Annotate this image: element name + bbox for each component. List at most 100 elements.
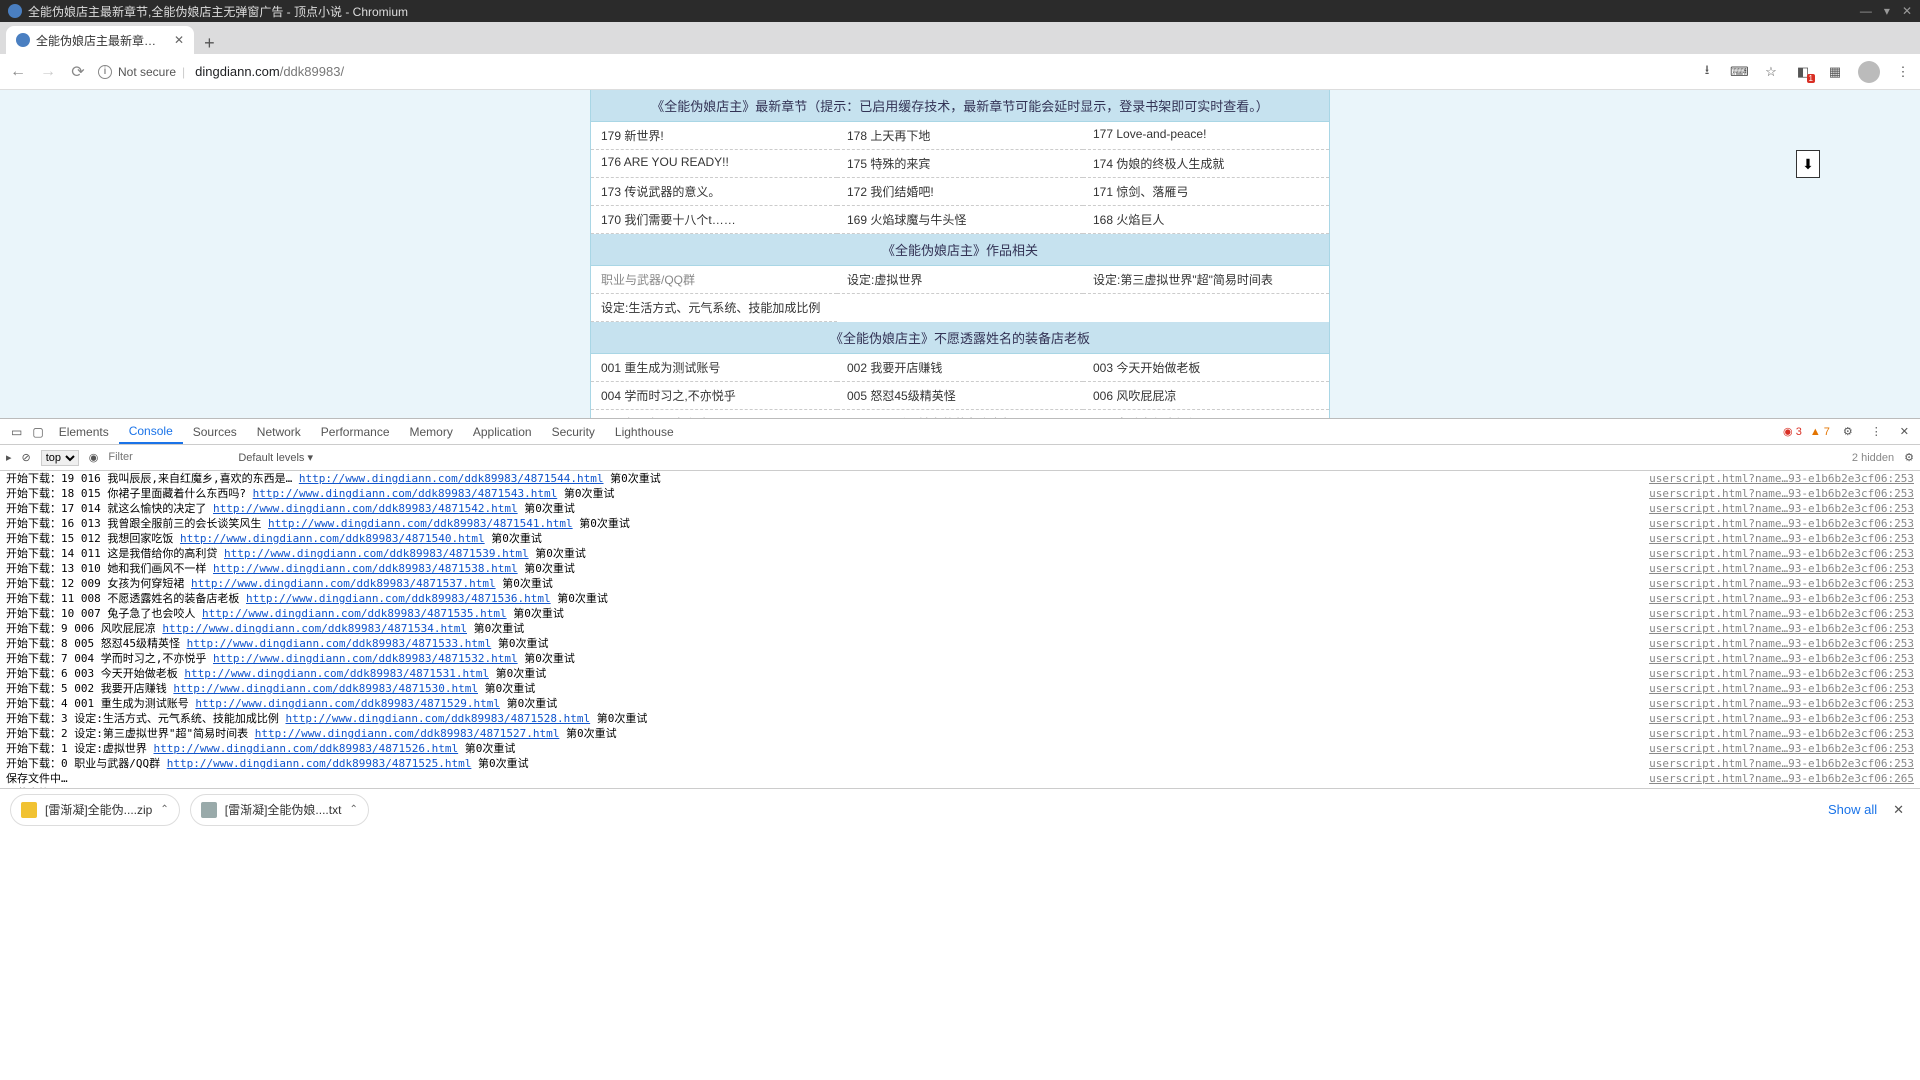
log-levels-dropdown[interactable]: Default levels ▾ [238, 451, 313, 464]
profile-avatar[interactable] [1858, 61, 1880, 83]
chapter-link[interactable]: 002 我要开店赚钱 [837, 354, 1083, 382]
download-widget-icon[interactable]: ⬇ [1796, 150, 1820, 178]
chapter-link[interactable]: 009 女孩为何穿短裙 [1083, 410, 1329, 418]
devtools-tab-network[interactable]: Network [247, 419, 311, 444]
forward-button[interactable]: → [38, 63, 58, 81]
console-source-link[interactable]: userscript.html?name…93-e1b6b2e3cf06:253 [1649, 666, 1914, 681]
chapter-link[interactable]: 176 ARE YOU READY!! [591, 150, 837, 178]
console-url-link[interactable]: http://www.dingdiann.com/ddk89983/487152… [195, 697, 500, 710]
console-source-link[interactable]: userscript.html?name…93-e1b6b2e3cf06:253 [1649, 561, 1914, 576]
console-source-link[interactable]: userscript.html?name…93-e1b6b2e3cf06:253 [1649, 726, 1914, 741]
chapter-link[interactable]: 设定:生活方式、元气系统、技能加成比例 [591, 294, 837, 322]
chapter-link[interactable]: 005 怒怼45级精英怪 [837, 382, 1083, 410]
console-url-link[interactable]: http://www.dingdiann.com/ddk89983/487154… [253, 487, 558, 500]
console-source-link[interactable]: userscript.html?name…93-e1b6b2e3cf06:253 [1649, 516, 1914, 531]
chapter-link[interactable]: 设定:虚拟世界 [837, 266, 1083, 294]
chapter-link[interactable]: 173 传说武器的意义。 [591, 178, 837, 206]
devtools-tab-lighthouse[interactable]: Lighthouse [605, 419, 684, 444]
console-url-link[interactable]: http://www.dingdiann.com/ddk89983/487153… [191, 577, 496, 590]
console-url-link[interactable]: http://www.dingdiann.com/ddk89983/487154… [299, 472, 604, 485]
devtools-tab-application[interactable]: Application [463, 419, 542, 444]
chapter-link[interactable]: 168 火焰巨人 [1083, 206, 1329, 234]
back-button[interactable]: ← [8, 63, 28, 81]
download-item[interactable]: [雷渐凝]全能伪....zip ⌃ [10, 794, 180, 826]
console-source-link[interactable]: userscript.html?name…93-e1b6b2e3cf06:253 [1649, 606, 1914, 621]
console-source-link[interactable]: userscript.html?name…93-e1b6b2e3cf06:253 [1649, 651, 1914, 666]
hidden-count[interactable]: 2 hidden [1852, 452, 1894, 464]
console-source-link[interactable]: userscript.html?name…93-e1b6b2e3cf06:253 [1649, 471, 1914, 486]
chapter-link[interactable]: 175 特殊的来宾 [837, 150, 1083, 178]
console-url-link[interactable]: http://www.dingdiann.com/ddk89983/487154… [213, 502, 518, 515]
devtools-settings-icon[interactable]: ⚙ [1838, 425, 1858, 438]
chapter-link[interactable]: 174 伪娘的终极人生成就 [1083, 150, 1329, 178]
console-url-link[interactable]: http://www.dingdiann.com/ddk89983/487153… [162, 622, 467, 635]
console-source-link[interactable]: userscript.html?name…93-e1b6b2e3cf06:253 [1649, 741, 1914, 756]
extension-tamper-icon[interactable]: ◧1 [1794, 64, 1812, 80]
close-tab-icon[interactable]: ✕ [174, 33, 184, 47]
reload-button[interactable]: ⟳ [68, 62, 88, 82]
chapter-link[interactable]: 003 今天开始做老板 [1083, 354, 1329, 382]
inspect-icon[interactable]: ▭ [6, 425, 27, 439]
console-url-link[interactable]: http://www.dingdiann.com/ddk89983/487153… [187, 637, 492, 650]
extension-icon[interactable]: ▦ [1826, 64, 1844, 80]
chapter-link[interactable]: 007 兔子急了也会咬人 [591, 410, 837, 418]
console-source-link[interactable]: userscript.html?name…93-e1b6b2e3cf06:253 [1649, 696, 1914, 711]
console-source-link[interactable]: userscript.html?name…93-e1b6b2e3cf06:253 [1649, 711, 1914, 726]
chapter-link[interactable]: 004 学而时习之,不亦悦乎 [591, 382, 837, 410]
chapter-link[interactable]: 170 我们需要十八个t…… [591, 206, 837, 234]
console-source-link[interactable]: userscript.html?name…93-e1b6b2e3cf06:253 [1649, 546, 1914, 561]
console-source-link[interactable]: userscript.html?name…93-e1b6b2e3cf06:253 [1649, 576, 1914, 591]
devtools-tab-elements[interactable]: Elements [49, 419, 119, 444]
console-source-link[interactable]: userscript.html?name…93-e1b6b2e3cf06:253 [1649, 756, 1914, 771]
console-url-link[interactable]: http://www.dingdiann.com/ddk89983/487152… [255, 727, 560, 740]
context-select[interactable]: top [41, 450, 79, 466]
devtools-tab-performance[interactable]: Performance [311, 419, 400, 444]
chapter-link[interactable]: 178 上天再下地 [837, 122, 1083, 150]
devtools-tab-console[interactable]: Console [119, 419, 183, 444]
chapter-link[interactable]: 171 惊剑、落雁弓 [1083, 178, 1329, 206]
minimize-icon[interactable]: — [1860, 4, 1872, 18]
chapter-link[interactable]: 006 风吹屁屁凉 [1083, 382, 1329, 410]
console-source-link[interactable]: userscript.html?name…93-e1b6b2e3cf06:292 [1649, 786, 1914, 788]
security-indicator[interactable]: i Not secure | [98, 65, 185, 79]
devtools-close-icon[interactable]: ✕ [1895, 425, 1914, 438]
live-expression-icon[interactable]: ◉ [89, 451, 99, 464]
console-url-link[interactable]: http://www.dingdiann.com/ddk89983/487152… [286, 712, 591, 725]
filter-input[interactable] [108, 451, 228, 464]
chapter-link[interactable]: 169 火焰球魔与牛头怪 [837, 206, 1083, 234]
translate-icon[interactable]: ⌨ [1730, 64, 1748, 80]
console-source-link[interactable]: userscript.html?name…93-e1b6b2e3cf06:253 [1649, 591, 1914, 606]
console-url-link[interactable]: http://www.dingdiann.com/ddk89983/487153… [213, 562, 518, 575]
console-url-link[interactable]: http://www.dingdiann.com/ddk89983/487154… [180, 532, 485, 545]
console-source-link[interactable]: userscript.html?name…93-e1b6b2e3cf06:253 [1649, 681, 1914, 696]
warning-count[interactable]: ▲ 7 [1810, 426, 1830, 438]
chapter-link[interactable]: 设定:第三虚拟世界"超"简易时间表 [1083, 266, 1329, 294]
chapter-link[interactable]: 179 新世界! [591, 122, 837, 150]
devtools-tab-sources[interactable]: Sources [183, 419, 247, 444]
download-item[interactable]: [雷渐凝]全能伪娘....txt ⌃ [190, 794, 369, 826]
chapter-link[interactable]: 008 不愿透露姓名的装备店老板 [837, 410, 1083, 418]
chapter-link[interactable]: 001 重生成为测试账号 [591, 354, 837, 382]
close-shelf-icon[interactable]: ✕ [1887, 802, 1910, 818]
console-output[interactable]: 开始下载：19 016 我叫辰辰,来自红魔乡,喜欢的东西是… http://ww… [0, 471, 1920, 788]
console-url-link[interactable]: http://www.dingdiann.com/ddk89983/487153… [184, 667, 489, 680]
devtools-tab-security[interactable]: Security [542, 419, 605, 444]
menu-icon[interactable]: ⋮ [1894, 64, 1912, 80]
console-url-link[interactable]: http://www.dingdiann.com/ddk89983/487152… [154, 742, 459, 755]
console-source-link[interactable]: userscript.html?name…93-e1b6b2e3cf06:253 [1649, 621, 1914, 636]
close-window-icon[interactable]: ✕ [1902, 4, 1912, 18]
console-url-link[interactable]: http://www.dingdiann.com/ddk89983/487153… [213, 652, 518, 665]
console-settings-icon[interactable]: ⚙ [1904, 451, 1914, 464]
bookmark-icon[interactable]: ☆ [1762, 64, 1780, 80]
console-url-link[interactable]: http://www.dingdiann.com/ddk89983/487153… [173, 682, 478, 695]
address-field[interactable]: dingdiann.com/ddk89983/ [195, 64, 344, 79]
console-url-link[interactable]: http://www.dingdiann.com/ddk89983/487153… [202, 607, 507, 620]
chevron-up-icon[interactable]: ⌃ [349, 804, 357, 815]
console-source-link[interactable]: userscript.html?name…93-e1b6b2e3cf06:253 [1649, 486, 1914, 501]
console-url-link[interactable]: http://www.dingdiann.com/ddk89983/487153… [246, 592, 551, 605]
chapter-link[interactable]: 职业与武器/QQ群 [591, 266, 837, 294]
console-source-link[interactable]: userscript.html?name…93-e1b6b2e3cf06:265 [1649, 771, 1914, 786]
console-source-link[interactable]: userscript.html?name…93-e1b6b2e3cf06:253 [1649, 501, 1914, 516]
devtools-menu-icon[interactable]: ⋮ [1866, 425, 1887, 438]
new-tab-button[interactable]: + [194, 33, 225, 54]
